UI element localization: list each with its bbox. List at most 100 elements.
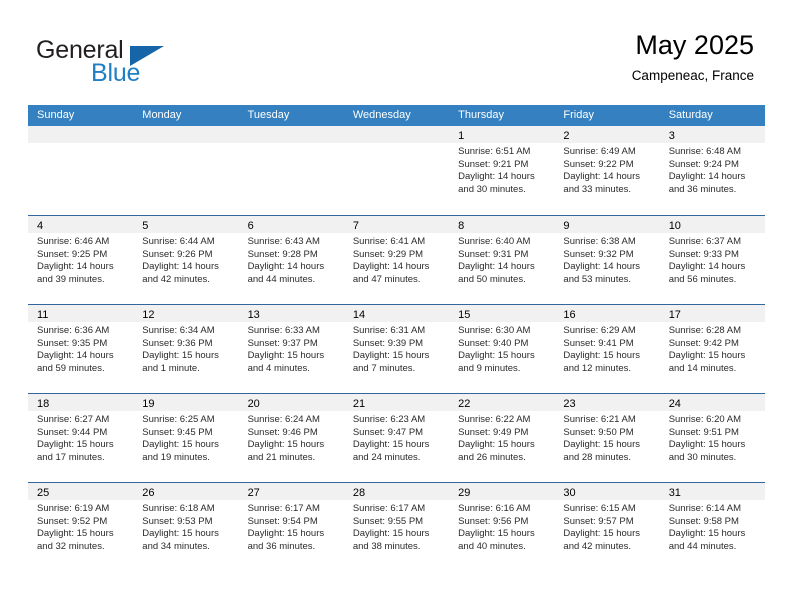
- day-detail-line: and 33 minutes.: [563, 183, 632, 195]
- day-details: Sunrise: 6:30 AM Sunset: 9:40 PM Daylight:…: [449, 322, 554, 375]
- day-number-strip: 4: [28, 216, 134, 233]
- calendar-day-cell[interactable]: 8 Sunrise: 6:40 AM Sunset: 9:31 PM Daylight…: [449, 216, 555, 304]
- day-detail-line: Sunrise: 6:19 AM: [37, 503, 110, 514]
- day-number-strip: 21: [343, 394, 450, 411]
- day-detail-line: Sunrise: 6:21 AM: [563, 414, 636, 425]
- day-detail-line: Daylight: 15 hours: [352, 528, 430, 540]
- general-blue-logo[interactable]: General Blue: [36, 36, 216, 88]
- calendar-day-cell[interactable]: 21 Sunrise: 6:23 AM Sunset: 9:47 PM Dayligh…: [343, 394, 450, 482]
- day-detail-line: Daylight: 15 hours: [458, 350, 535, 362]
- day-detail-line: Daylight: 15 hours: [352, 350, 430, 362]
- calendar-day-cell[interactable]: 18 Sunrise: 6:27 AM Sunset: 9:44 PM Dayligh…: [28, 394, 134, 482]
- day-detail-line: and 30 minutes.: [458, 183, 526, 195]
- day-details: Sunrise: 6:24 AM Sunset: 9:46 PM Daylight:…: [239, 411, 344, 464]
- day-detail-line: Daylight: 15 hours: [668, 350, 746, 362]
- day-number: 26: [142, 487, 155, 499]
- calendar-day-cell[interactable]: 14 Sunrise: 6:31 AM Sunset: 9:39 PM Dayligh…: [343, 305, 450, 393]
- day-detail-line: Sunset: 9:57 PM: [563, 515, 634, 527]
- day-number-strip: 24: [659, 394, 765, 411]
- calendar-day-cell[interactable]: 3 Sunrise: 6:48 AM Sunset: 9:24 PM Daylight…: [659, 126, 765, 215]
- day-detail-line: Sunset: 9:58 PM: [668, 515, 739, 527]
- calendar-day-cell[interactable]: 6 Sunrise: 6:43 AM Sunset: 9:28 PM Daylight…: [238, 216, 344, 304]
- calendar-day-cell[interactable]: 11 Sunrise: 6:36 AM Sunset: 9:35 PM Dayligh…: [28, 305, 134, 393]
- day-number: 16: [563, 309, 576, 321]
- calendar-day-cell[interactable]: 20 Sunrise: 6:24 AM Sunset: 9:46 PM Dayligh…: [238, 394, 344, 482]
- day-detail-line: Sunset: 9:46 PM: [247, 426, 318, 438]
- day-details: Sunrise: 6:23 AM Sunset: 9:47 PM Daylight:…: [344, 411, 449, 464]
- day-detail-line: and 56 minutes.: [668, 273, 737, 285]
- calendar-day-cell[interactable]: 24 Sunrise: 6:20 AM Sunset: 9:51 PM Dayligh…: [659, 394, 765, 482]
- day-number: 22: [458, 398, 471, 410]
- calendar-day-cell[interactable]: 31 Sunrise: 6:14 AM Sunset: 9:58 PM Dayligh…: [659, 483, 765, 571]
- calendar-day-cell[interactable]: 2 Sunrise: 6:49 AM Sunset: 9:22 PM Daylight…: [554, 126, 660, 215]
- day-details: Sunrise: 6:43 AM Sunset: 9:28 PM Daylight:…: [239, 233, 344, 286]
- day-details: Sunrise: 6:33 AM Sunset: 9:37 PM Daylight:…: [239, 322, 344, 375]
- day-number-strip: 19: [133, 394, 239, 411]
- day-detail-line: Sunset: 9:42 PM: [668, 337, 739, 349]
- day-detail-line: Sunset: 9:54 PM: [247, 515, 318, 527]
- calendar-day-cell[interactable]: 10 Sunrise: 6:37 AM Sunset: 9:33 PM Dayligh…: [659, 216, 765, 304]
- calendar-day-cell[interactable]: 7 Sunrise: 6:41 AM Sunset: 9:29 PM Daylight…: [343, 216, 450, 304]
- calendar-day-cell[interactable]: 15 Sunrise: 6:30 AM Sunset: 9:40 PM Dayligh…: [449, 305, 555, 393]
- calendar-day-cell[interactable]: 19 Sunrise: 6:25 AM Sunset: 9:45 PM Dayligh…: [133, 394, 239, 482]
- day-detail-line: and 39 minutes.: [37, 273, 105, 285]
- calendar-day-cell[interactable]: 27 Sunrise: 6:17 AM Sunset: 9:54 PM Dayligh…: [238, 483, 344, 571]
- calendar-week-row: 4 Sunrise: 6:46 AM Sunset: 9:25 PM Daylight…: [28, 215, 765, 304]
- day-number-strip: 26: [133, 483, 239, 500]
- day-detail-line: Daylight: 15 hours: [142, 528, 219, 540]
- day-detail-line: Sunrise: 6:43 AM: [247, 236, 320, 247]
- day-number: 30: [563, 487, 576, 499]
- calendar-day-cell-empty: [133, 126, 239, 215]
- calendar-day-cell[interactable]: 22 Sunrise: 6:22 AM Sunset: 9:49 PM Dayligh…: [449, 394, 555, 482]
- day-detail-line: Daylight: 15 hours: [563, 528, 640, 540]
- calendar-day-cell[interactable]: 5 Sunrise: 6:44 AM Sunset: 9:26 PM Daylight…: [133, 216, 239, 304]
- day-detail-line: and 36 minutes.: [247, 540, 316, 552]
- day-number: 1: [458, 130, 465, 142]
- calendar-day-cell[interactable]: 4 Sunrise: 6:46 AM Sunset: 9:25 PM Daylight…: [28, 216, 134, 304]
- calendar-day-cell[interactable]: 9 Sunrise: 6:38 AM Sunset: 9:32 PM Daylight…: [554, 216, 660, 304]
- day-details: Sunrise: 6:17 AM Sunset: 9:55 PM Daylight:…: [344, 500, 449, 553]
- calendar-day-cell[interactable]: 28 Sunrise: 6:17 AM Sunset: 9:55 PM Dayligh…: [343, 483, 450, 571]
- day-number: 9: [563, 220, 570, 232]
- day-details: Sunrise: 6:15 AM Sunset: 9:57 PM Daylight:…: [554, 500, 659, 553]
- calendar-day-cell[interactable]: 13 Sunrise: 6:33 AM Sunset: 9:37 PM Dayligh…: [238, 305, 344, 393]
- calendar-day-cell[interactable]: 30 Sunrise: 6:15 AM Sunset: 9:57 PM Dayligh…: [554, 483, 660, 571]
- day-details: Sunrise: 6:14 AM Sunset: 9:58 PM Daylight:…: [660, 500, 765, 553]
- calendar-day-cell[interactable]: 23 Sunrise: 6:21 AM Sunset: 9:50 PM Dayligh…: [554, 394, 660, 482]
- day-detail-line: Sunset: 9:55 PM: [352, 515, 424, 527]
- day-detail-line: Sunrise: 6:20 AM: [668, 414, 742, 425]
- day-detail-line: Sunrise: 6:28 AM: [668, 325, 742, 336]
- day-detail-line: Sunrise: 6:18 AM: [142, 503, 215, 514]
- calendar-day-cell[interactable]: 17 Sunrise: 6:28 AM Sunset: 9:42 PM Dayligh…: [659, 305, 765, 393]
- day-details: Sunrise: 6:25 AM Sunset: 9:45 PM Daylight:…: [133, 411, 238, 464]
- day-detail-line: and 19 minutes.: [142, 451, 210, 463]
- day-number: 3: [668, 130, 675, 142]
- day-detail-line: Sunrise: 6:25 AM: [142, 414, 215, 425]
- location-subtitle: Campeneac, France: [631, 68, 754, 83]
- day-detail-line: Daylight: 15 hours: [142, 350, 219, 362]
- day-detail-line: and 7 minutes.: [352, 362, 416, 374]
- calendar-day-cell[interactable]: 16 Sunrise: 6:29 AM Sunset: 9:41 PM Dayligh…: [554, 305, 660, 393]
- day-detail-line: Daylight: 15 hours: [37, 528, 114, 540]
- day-detail-line: and 44 minutes.: [247, 273, 316, 285]
- day-number-strip: 3: [659, 126, 765, 143]
- day-detail-line: and 42 minutes.: [563, 540, 632, 552]
- day-detail-line: Sunrise: 6:29 AM: [563, 325, 636, 336]
- day-number: 10: [668, 220, 681, 232]
- day-detail-line: Sunrise: 6:27 AM: [37, 414, 110, 425]
- day-detail-line: and 32 minutes.: [37, 540, 105, 552]
- calendar-day-cell[interactable]: 25 Sunrise: 6:19 AM Sunset: 9:52 PM Dayligh…: [28, 483, 134, 571]
- day-detail-line: Sunrise: 6:31 AM: [352, 325, 426, 336]
- calendar-week-row: 18 Sunrise: 6:27 AM Sunset: 9:44 PM Dayligh…: [28, 393, 765, 482]
- day-detail-line: and 38 minutes.: [352, 540, 421, 552]
- day-number: 28: [352, 487, 366, 499]
- day-detail-line: Daylight: 15 hours: [247, 528, 325, 540]
- day-detail-line: Sunrise: 6:23 AM: [352, 414, 426, 425]
- calendar-day-cell-empty: [238, 126, 344, 215]
- day-number: 21: [352, 398, 366, 410]
- calendar-day-cell[interactable]: 26 Sunrise: 6:18 AM Sunset: 9:53 PM Dayligh…: [133, 483, 239, 571]
- calendar-day-cell[interactable]: 1 Sunrise: 6:51 AM Sunset: 9:21 PM Daylight…: [449, 126, 555, 215]
- day-detail-line: and 59 minutes.: [37, 362, 105, 374]
- calendar-day-cell[interactable]: 12 Sunrise: 6:34 AM Sunset: 9:36 PM Dayligh…: [133, 305, 239, 393]
- calendar-day-cell[interactable]: 29 Sunrise: 6:16 AM Sunset: 9:56 PM Dayligh…: [449, 483, 555, 571]
